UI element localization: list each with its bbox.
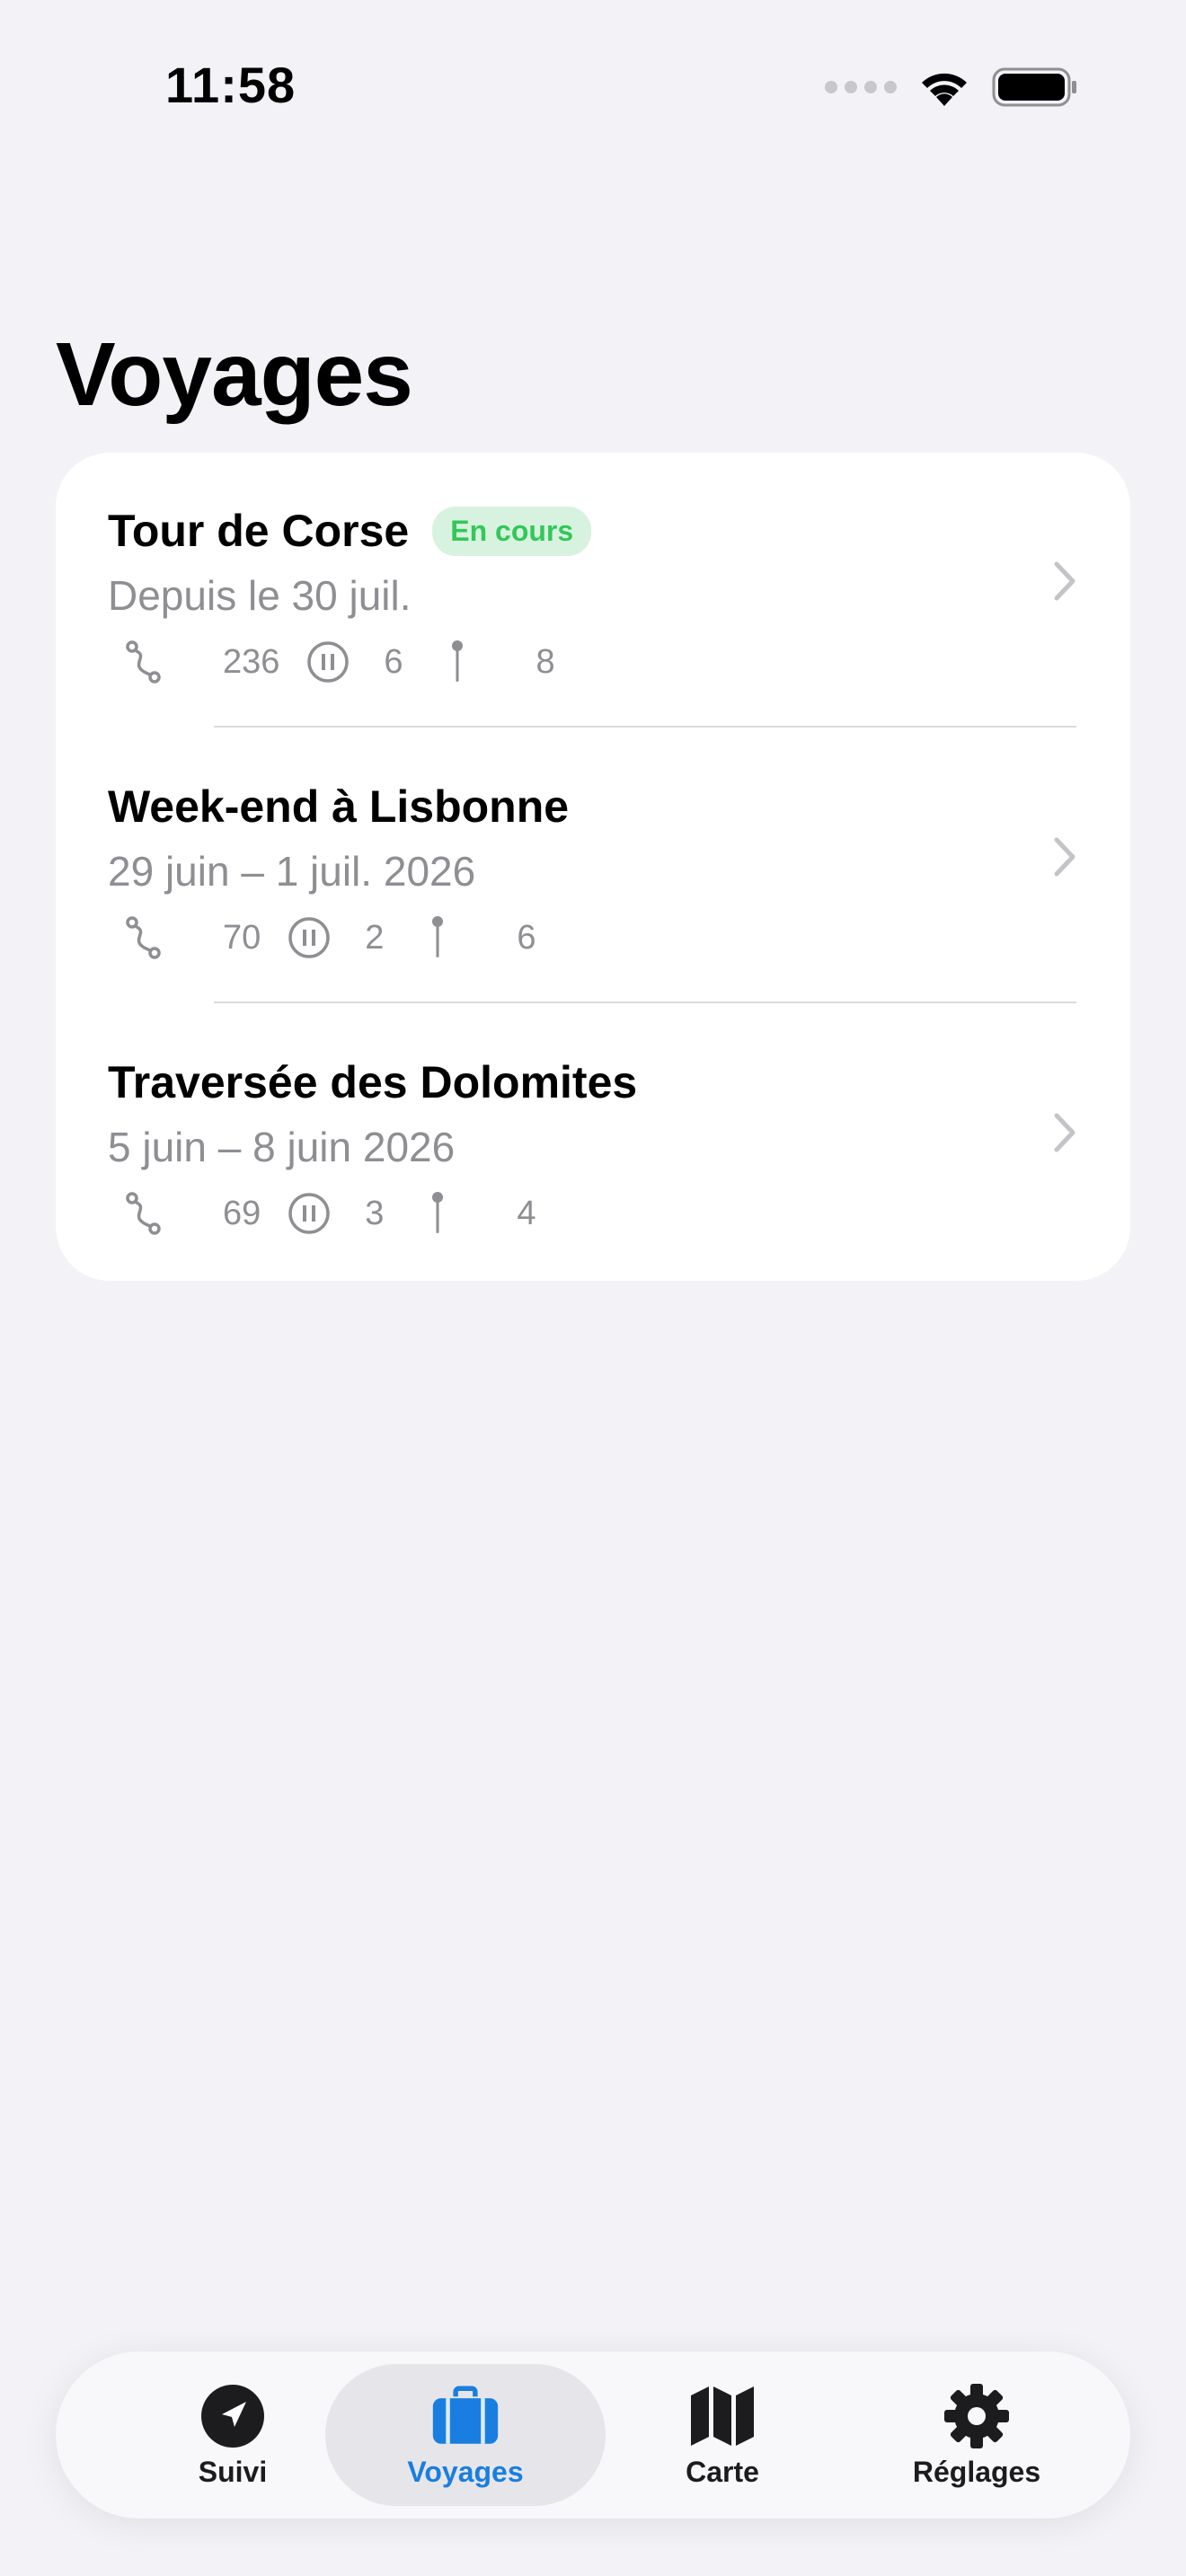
trip-title: Traversée des Dolomites: [108, 1057, 638, 1107]
trips-list: Tour de Corse En cours Depuis le 30 juil…: [56, 453, 1130, 1281]
tab-voyages[interactable]: Voyages: [335, 2351, 596, 2519]
stat-route-value: 69: [223, 1194, 261, 1232]
trip-dates: 5 juin – 8 juin 2026: [108, 1124, 456, 1170]
wifi-icon: [922, 73, 967, 106]
tab-bar: Suivi Voyages Carte Réglages: [56, 2351, 1130, 2519]
cellular-signal-icon: [825, 81, 897, 93]
trip-title-row: Tour de Corse En cours: [108, 505, 592, 557]
chevron-right-icon: [1054, 561, 1075, 601]
trip-title: Week-end à Lisbonne: [108, 781, 570, 832]
page-title: Voyages: [56, 324, 413, 425]
stat-pins: 6: [412, 913, 536, 962]
route-icon: [119, 1189, 169, 1238]
stat-pauses-value: 6: [384, 642, 403, 681]
status-indicators: [825, 65, 1078, 110]
stat-pins-value: 6: [517, 918, 536, 957]
pin-icon: [412, 1189, 463, 1238]
pause-circle-icon: [284, 1189, 334, 1238]
stat-pauses: 3: [284, 1189, 384, 1238]
tab-label: Carte: [686, 2455, 759, 2488]
status-badge: En cours: [432, 506, 592, 556]
stat-pins-value: 4: [517, 1194, 536, 1232]
status-bar: 11:58: [0, 0, 1186, 171]
chevron-right-icon: [1054, 1113, 1075, 1152]
tab-label: Suivi: [198, 2455, 268, 2488]
stat-pauses: 2: [284, 913, 384, 962]
trip-stats: 69 3 4: [119, 1189, 536, 1238]
chevron-right-icon: [1054, 837, 1075, 877]
location-arrow-icon: [199, 2382, 267, 2450]
stat-pauses: 6: [303, 638, 403, 686]
trip-dates: 29 juin – 1 juil. 2026: [108, 848, 476, 895]
tab-carte[interactable]: Carte: [592, 2351, 853, 2519]
tab-label: Réglages: [912, 2455, 1041, 2488]
stat-route: 70: [119, 913, 261, 962]
status-time: 11:58: [165, 57, 296, 113]
battery-icon: [992, 67, 1076, 107]
stat-route-value: 236: [223, 642, 280, 681]
suitcase-icon: [431, 2382, 500, 2450]
tab-label: Voyages: [407, 2455, 524, 2488]
stat-pins: 8: [432, 638, 555, 686]
trip-stats: 70 2 6: [119, 913, 536, 962]
stat-route-value: 70: [223, 918, 261, 957]
trip-row-tour-de-corse[interactable]: Tour de Corse En cours Depuis le 30 juil…: [56, 453, 1130, 728]
route-icon: [119, 638, 169, 686]
stat-pins-value: 8: [535, 642, 555, 681]
trip-title-row: Week-end à Lisbonne: [108, 781, 569, 833]
map-icon: [688, 2382, 757, 2450]
stat-route: 236: [119, 638, 279, 686]
tab-reglages[interactable]: Réglages: [846, 2351, 1107, 2519]
trip-row-lisbonne[interactable]: Week-end à Lisbonne 29 juin – 1 juil. 20…: [56, 728, 1130, 1004]
pin-icon: [432, 638, 482, 686]
pause-circle-icon: [284, 913, 334, 962]
trip-stats: 236 6 8: [119, 638, 555, 686]
stat-pauses-value: 2: [365, 918, 385, 957]
gear-icon: [943, 2382, 1011, 2450]
trip-title-row: Traversée des Dolomites: [108, 1056, 637, 1108]
tab-suivi[interactable]: Suivi: [102, 2351, 363, 2519]
stat-route: 69: [119, 1189, 261, 1238]
row-separator: [214, 726, 1076, 728]
route-icon: [119, 913, 169, 962]
stat-pins: 4: [412, 1189, 536, 1238]
stat-pauses-value: 3: [365, 1194, 385, 1232]
pin-icon: [412, 913, 463, 962]
pause-circle-icon: [303, 638, 353, 686]
trip-row-dolomites[interactable]: Traversée des Dolomites 5 juin – 8 juin …: [56, 1004, 1130, 1280]
row-separator: [214, 1001, 1076, 1003]
trip-dates: Depuis le 30 juil.: [108, 572, 412, 619]
trip-title: Tour de Corse: [108, 506, 410, 556]
